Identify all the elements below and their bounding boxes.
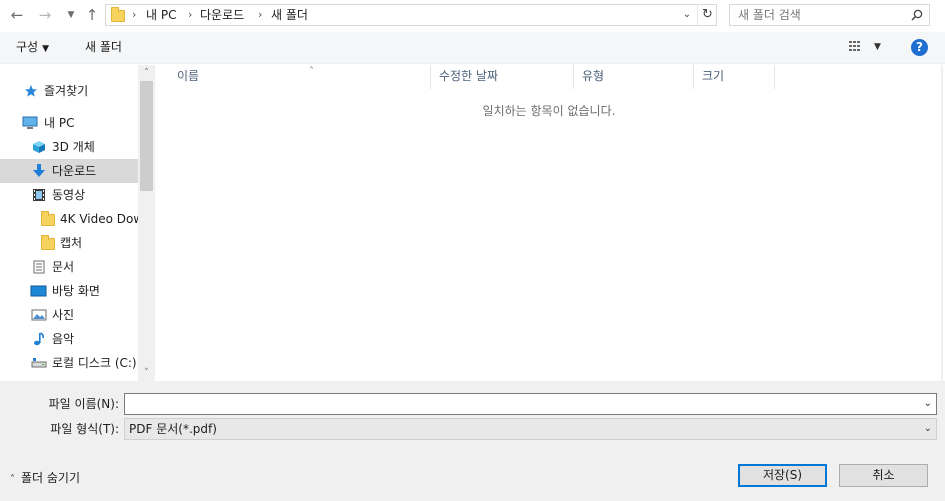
nav-item-videos[interactable]: 동영상 [0,183,138,207]
nav-item-local-disk-c[interactable]: 로컬 디스크 (C:) [0,351,138,375]
drive-icon [31,358,47,368]
breadcrumb-separator: › [258,8,263,21]
view-chevron-down-icon[interactable]: ▼ [874,32,881,62]
address-history-chevron-icon[interactable]: ⌄ [678,5,696,25]
up-arrow-icon[interactable]: ↑ [81,4,103,26]
music-note-icon [34,332,45,346]
view-options-icon[interactable] [849,41,863,53]
nav-item-label: 내 PC [44,116,75,130]
save-as-dialog: ← → ▼ ↑ › 내 PC › 다운로드 › 새 폴더 ⌄ ↻ 구성▼ 새 폴… [0,0,945,501]
nav-item-label: 3D 개체 [52,140,95,154]
column-header-date-modified[interactable]: 수정한 날짜 [431,65,574,89]
nav-item-label: 로컬 디스크 (C:) [52,356,137,370]
filetype-label: 파일 형식(T): [50,422,119,436]
computer-icon [22,116,38,129]
new-folder-button[interactable]: 새 폴더 [85,32,122,62]
nav-item-quick-access[interactable]: 즐겨찾기 [0,79,138,103]
nav-item-downloads[interactable]: 다운로드 [0,159,138,183]
chevron-down-icon: ▼ [42,44,50,54]
filetype-select[interactable]: PDF 문서(*.pdf) ⌄ [124,418,937,440]
column-header-name[interactable]: 이름 ˄ [169,65,431,89]
nav-item-documents[interactable]: 문서 [0,255,138,279]
nav-item-3d-objects[interactable]: 3D 개체 [0,135,138,159]
breadcrumb-separator: › [132,8,137,21]
film-icon [33,189,45,201]
nav-item-pictures[interactable]: 사진 [0,303,138,327]
breadcrumb-new-folder[interactable]: 새 폴더 [271,5,308,25]
breadcrumb-my-pc[interactable]: 내 PC [146,5,176,25]
nav-item-label: 음악 [52,332,75,346]
nav-item-label: 문서 [52,260,75,274]
chevron-down-icon[interactable]: ⌄ [924,419,932,439]
nav-item-my-pc[interactable]: 내 PC [0,111,138,135]
breadcrumb-separator: › [188,8,193,21]
nav-item-desktop[interactable]: 바탕 화면 [0,279,138,303]
nav-item-label: 캡처 [60,236,83,250]
navigation-pane: 즐겨찾기 내 PC 3D 개체 다운로드 동영상 4K Video Dow 캡처… [0,65,155,381]
organize-menu-button[interactable]: 구성 ▼ [16,32,49,64]
nav-item-label: 다운로드 [52,164,97,178]
search-box[interactable] [729,4,930,26]
filename-combobox[interactable]: ⌄ [124,393,937,415]
save-form-panel: 파일 이름(N): ⌄ 파일 형식(T): PDF 문서(*.pdf) ⌄ ˄ 폴… [0,381,945,501]
refresh-icon[interactable]: ↻ [697,5,717,25]
filename-label: 파일 이름(N): [48,397,119,411]
folder-icon [41,211,55,226]
scrollbar-thumb[interactable] [140,81,153,191]
recent-locations-chevron-icon[interactable]: ▼ [60,4,82,26]
back-arrow-icon[interactable]: ← [6,4,28,26]
filetype-value: PDF 문서(*.pdf) [129,422,217,436]
nav-item-music[interactable]: 음악 [0,327,138,351]
search-icon[interactable] [911,9,923,21]
sort-ascending-icon: ˄ [309,66,314,77]
nav-scrollbar[interactable]: ˄ ˅ [138,65,155,381]
scroll-up-icon[interactable]: ˄ [138,65,155,81]
column-header-type[interactable]: 유형 [574,65,694,89]
picture-icon [31,309,47,321]
column-header-label: 이름 [177,69,200,83]
organize-label: 구성 [16,40,39,54]
nav-item-4k-video-downloader[interactable]: 4K Video Dow [0,207,138,231]
nav-item-label: 동영상 [52,188,86,202]
divider [941,65,943,381]
star-icon [25,85,37,97]
address-bar[interactable]: › 내 PC › 다운로드 › 새 폴더 ⌄ ↻ [105,4,717,26]
cube-icon [33,141,45,153]
command-toolbar: 구성 ▼ 새 폴더 ▼ ? [0,32,945,64]
folder-icon [111,7,125,22]
breadcrumb-downloads[interactable]: 다운로드 [200,5,244,25]
chevron-up-icon: ˄ [10,474,15,485]
folder-icon [41,235,55,250]
nav-item-capture[interactable]: 캡처 [0,231,138,255]
hide-folders-label: 폴더 숨기기 [21,471,81,485]
save-button[interactable]: 저장(S) [738,464,827,487]
document-icon [33,260,45,274]
column-header-size[interactable]: 크기 [694,65,775,89]
address-bar-row: ← → ▼ ↑ › 내 PC › 다운로드 › 새 폴더 ⌄ ↻ [0,0,945,32]
nav-item-label: 4K Video Dow [60,212,138,226]
empty-folder-message: 일치하는 항목이 없습니다. [482,104,616,118]
chevron-down-icon[interactable]: ⌄ [924,394,932,414]
nav-item-label: 사진 [52,308,75,322]
desktop-icon [30,285,47,297]
cancel-button[interactable]: 취소 [839,464,928,487]
download-arrow-icon [33,164,45,177]
forward-arrow-icon[interactable]: → [34,4,56,26]
hide-folders-toggle[interactable]: ˄ 폴더 숨기기 [10,469,80,489]
nav-item-label: 바탕 화면 [52,284,100,298]
file-list: 이름 ˄ 수정한 날짜 유형 크기 일치하는 항목이 없습니다. [155,65,943,381]
scroll-down-icon[interactable]: ˅ [138,365,155,381]
help-icon[interactable]: ? [911,39,928,56]
nav-item-label: 즐겨찾기 [44,84,89,98]
search-input[interactable] [738,5,908,25]
